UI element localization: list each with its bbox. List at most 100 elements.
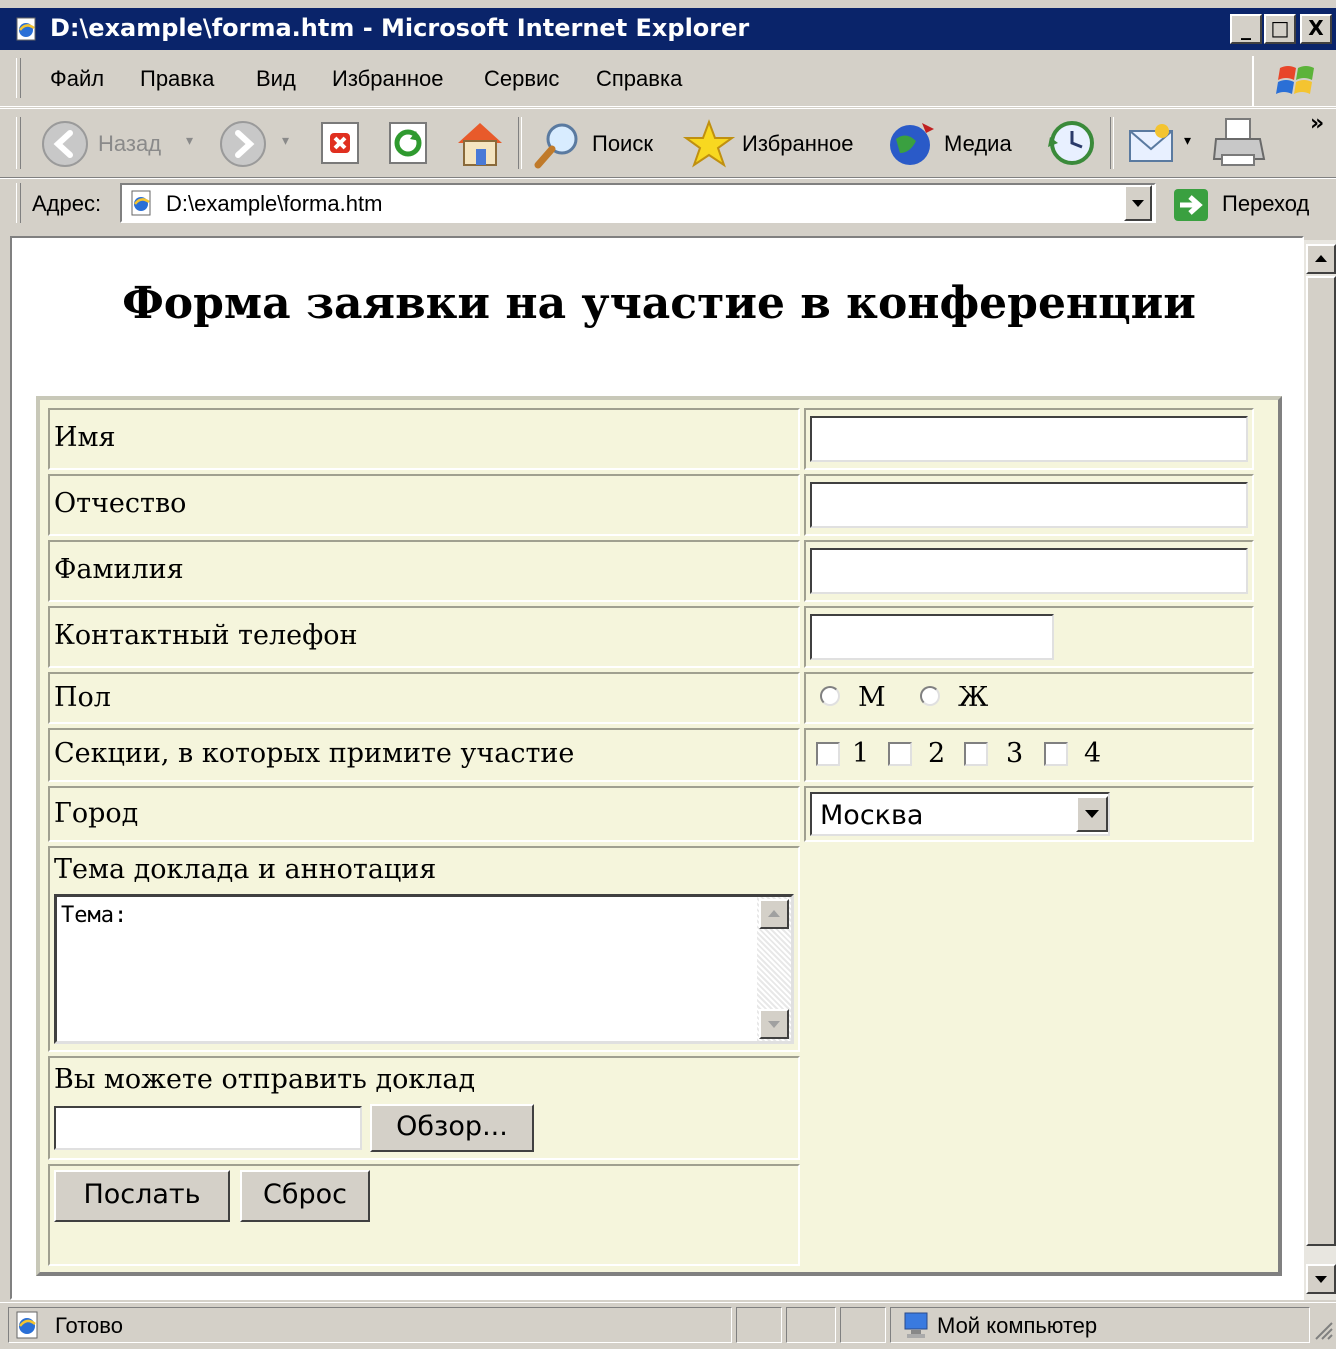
stop-icon[interactable] (318, 119, 364, 167)
home-icon[interactable] (452, 117, 508, 169)
browse-button[interactable]: Обзор... (370, 1104, 534, 1152)
menu-edit[interactable]: Правка (140, 66, 214, 92)
media-button[interactable]: Медиа (886, 117, 1026, 169)
chevron-down-icon (1085, 810, 1099, 818)
name-input[interactable] (810, 416, 1248, 462)
surname-input[interactable] (810, 548, 1248, 594)
file-path-input[interactable] (54, 1106, 362, 1150)
toolbar-separator (518, 117, 522, 169)
security-zone-label: Мой компьютер (937, 1313, 1098, 1338)
patronymic-label: Отчество (54, 488, 187, 519)
surname-input-cell (804, 540, 1254, 602)
phone-input[interactable] (810, 614, 1054, 660)
forward-button[interactable]: ▾ (216, 117, 306, 169)
menu-view[interactable]: Вид (256, 66, 296, 92)
page-viewport: Форма заявки на участие в конференции Им… (10, 236, 1304, 1300)
forward-dropdown-icon[interactable]: ▾ (282, 133, 289, 149)
menu-favorites[interactable]: Избранное (332, 66, 444, 92)
city-selected-value: Москва (820, 800, 924, 831)
status-bar: Готово Мой компьютер (0, 1302, 1336, 1349)
maximize-button[interactable]: □ (1264, 14, 1296, 44)
history-icon[interactable] (1044, 117, 1100, 169)
scroll-up-button[interactable] (1306, 244, 1336, 274)
chevron-down-icon (1132, 200, 1144, 207)
section-checkbox-1[interactable] (816, 742, 840, 766)
page-title: Форма заявки на участие в конференции (122, 278, 1196, 329)
patronymic-label-cell: Отчество (48, 474, 800, 536)
city-label: Город (54, 798, 139, 829)
section-label-3: 3 (1006, 738, 1024, 769)
my-computer-icon (904, 1312, 928, 1338)
gender-label-m: М (858, 682, 886, 713)
address-dropdown-button[interactable] (1124, 185, 1152, 221)
patronymic-input-cell (804, 474, 1254, 536)
close-button[interactable]: X (1300, 14, 1332, 44)
toolbar-chevron-icon[interactable]: » (1310, 111, 1324, 136)
submit-button[interactable]: Послать (54, 1170, 230, 1222)
scroll-down-button[interactable] (1306, 1264, 1336, 1294)
patronymic-input[interactable] (810, 482, 1248, 528)
gender-options-cell: М Ж (804, 672, 1254, 724)
chevron-down-icon (768, 1021, 780, 1028)
section-label-2: 2 (928, 738, 946, 769)
refresh-icon[interactable] (386, 119, 432, 167)
menu-tools[interactable]: Сервис (484, 66, 559, 92)
upload-label: Вы можете отправить доклад (54, 1064, 476, 1095)
status-panel (786, 1307, 836, 1343)
gender-radio-f[interactable] (920, 686, 940, 706)
resize-grip-icon[interactable] (1312, 1319, 1334, 1341)
address-bar: Адрес: D:\example\forma.htm Переход (0, 178, 1336, 229)
section-checkbox-2[interactable] (888, 742, 912, 766)
minimize-button[interactable]: _ (1230, 14, 1262, 44)
windows-flag-icon (1276, 66, 1314, 94)
address-field[interactable]: D:\example\forma.htm (120, 183, 1156, 223)
menu-file[interactable]: Файл (50, 66, 104, 92)
section-label-4: 4 (1084, 738, 1102, 769)
surname-label-cell: Фамилия (48, 540, 800, 602)
textarea-scroll-up-button[interactable] (759, 899, 789, 929)
forward-arrow-icon (220, 121, 266, 167)
back-button[interactable]: Назад ▾ (38, 117, 218, 169)
star-icon (682, 119, 736, 168)
topic-textarea[interactable]: Тема: (54, 894, 794, 1044)
textarea-scrollbar[interactable] (757, 897, 791, 1041)
sections-label-cell: Секции, в которых примите участие (48, 728, 800, 782)
go-button[interactable]: Переход (1170, 183, 1330, 225)
menu-help[interactable]: Справка (596, 66, 682, 92)
print-icon[interactable] (1210, 115, 1268, 171)
search-button[interactable]: Поиск (530, 117, 670, 169)
back-label: Назад (98, 131, 162, 156)
sections-label: Секции, в которых примите участие (54, 738, 575, 769)
reset-button[interactable]: Сброс (240, 1170, 370, 1222)
media-globe-icon (890, 123, 934, 165)
page-icon (131, 190, 151, 216)
mail-envelope-icon (1129, 124, 1173, 162)
city-dropdown-button[interactable] (1076, 796, 1108, 832)
chevron-up-icon (768, 910, 780, 917)
city-select[interactable]: Москва (810, 792, 1110, 836)
security-zone-panel: Мой компьютер (890, 1307, 1310, 1343)
page-scrollbar[interactable] (1304, 240, 1336, 1300)
search-icon (534, 123, 578, 169)
phone-label-cell: Контактный телефон (48, 606, 800, 668)
favorites-button[interactable]: Избранное (682, 117, 872, 169)
mail-button[interactable]: ▾ (1126, 117, 1200, 169)
windows-logo (1252, 56, 1336, 106)
textarea-scroll-down-button[interactable] (759, 1009, 789, 1039)
gender-label-cell: Пол (48, 672, 800, 724)
gender-radio-m[interactable] (820, 686, 840, 706)
status-text: Готово (55, 1313, 123, 1338)
name-input-cell (804, 408, 1254, 470)
mail-dropdown-icon[interactable]: ▾ (1184, 133, 1191, 149)
city-label-cell: Город (48, 786, 800, 842)
section-checkbox-3[interactable] (964, 742, 988, 766)
name-label: Имя (54, 422, 116, 453)
gender-label: Пол (54, 682, 111, 713)
scroll-thumb[interactable] (1306, 276, 1336, 1246)
topic-cell: Тема доклада и аннотация Тема: (48, 846, 800, 1052)
menu-bar: Файл Правка Вид Избранное Сервис Справка (0, 52, 1336, 107)
back-dropdown-icon[interactable]: ▾ (186, 133, 193, 149)
section-checkbox-4[interactable] (1044, 742, 1068, 766)
back-arrow-icon (42, 121, 88, 167)
surname-label: Фамилия (54, 554, 184, 585)
